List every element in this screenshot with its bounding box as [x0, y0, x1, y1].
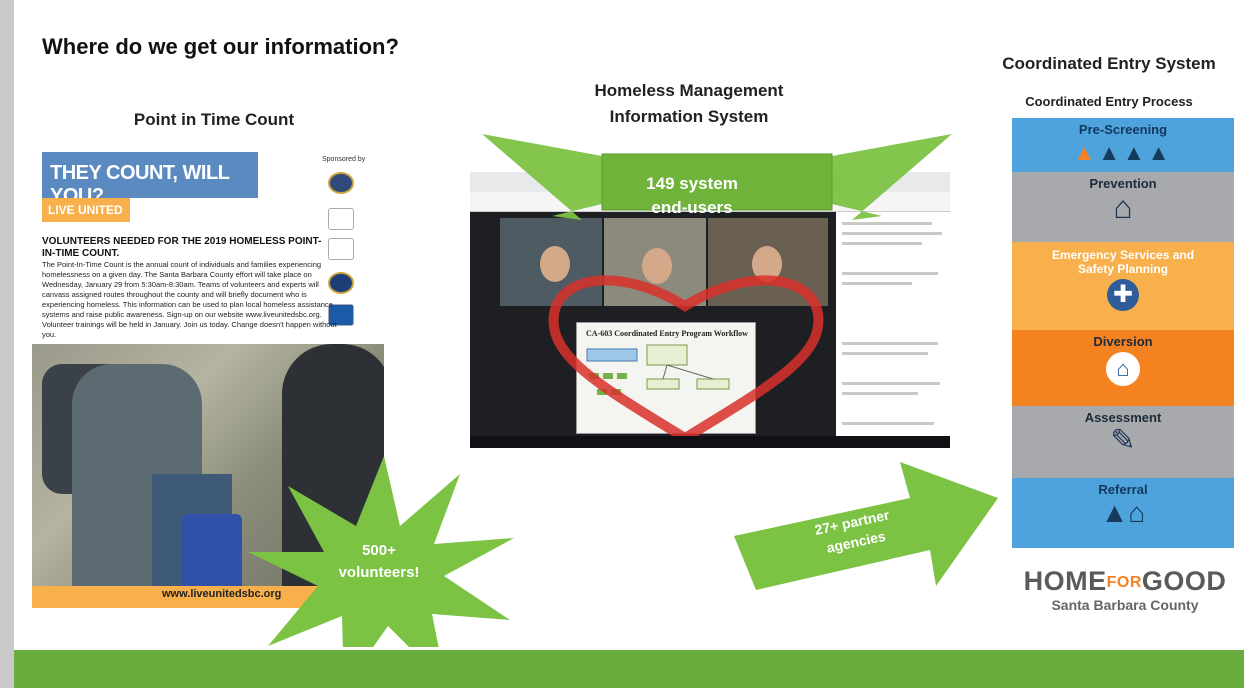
family-house-icon: ⌂ [1012, 352, 1234, 386]
ce-step-label: Referral [1098, 482, 1148, 497]
poster-sponsored-by: Sponsored by [322, 156, 366, 163]
panel-line [842, 382, 940, 385]
coordinated-entry-panel: Pre-Screening ▲▲▲▲ Prevention ⌂ Emergenc… [1012, 118, 1234, 548]
logo-for: FOR [1106, 573, 1142, 591]
slide-title: Where do we get our information? [42, 34, 399, 59]
poster-live-united: LIVE UNITED [42, 198, 130, 222]
logo-main: HOMEFORGOOD [1018, 566, 1232, 597]
poster-body: The Point-In-Time Count is the annual co… [42, 260, 337, 339]
panel-line [842, 342, 938, 345]
hmis-heading-line1: Homeless Management [594, 81, 784, 100]
logo-good: GOOD [1141, 566, 1227, 596]
ribbon-text: 149 system end-users [604, 172, 780, 220]
ces-heading: Coordinated Entry System [1002, 54, 1216, 73]
photo-tote-bag [182, 514, 242, 586]
ce-step-assessment: Assessment ✎ [1012, 406, 1234, 478]
ce-step-emergency: Emergency Services and Safety Planning ✚ [1012, 242, 1234, 330]
logo-sub: Santa Barbara County [1051, 597, 1199, 613]
ribbon-line1: 149 system [646, 174, 738, 193]
sponsor-logo-icon [328, 238, 354, 260]
poster-banner: THEY COUNT, WILL YOU? [42, 152, 258, 207]
pit-heading: Point in Time Count [133, 110, 295, 129]
panel-line [842, 272, 938, 275]
hmis-heading: Homeless Management Information System [544, 78, 834, 130]
panel-line [842, 282, 912, 285]
sponsor-seal-icon [328, 172, 354, 194]
logo-home: HOME [1023, 566, 1107, 596]
poster-heading: VOLUNTEERS NEEDED FOR THE 2019 HOMELESS … [42, 236, 322, 259]
panel-line [842, 422, 934, 425]
ce-step-prevention: Prevention ⌂ [1012, 172, 1234, 242]
chat-panel [836, 212, 950, 448]
ce-step-diversion: Diversion ⌂ [1012, 330, 1234, 406]
medical-cross-icon: ✚ [1012, 279, 1234, 311]
ce-step-prescreening: Pre-Screening ▲▲▲▲ [1012, 118, 1234, 172]
volunteers-callout: 500+ volunteers! [294, 540, 464, 584]
footer-bar [14, 650, 1244, 688]
volunteers-line1: 500+ [362, 542, 396, 559]
slide: Where do we get our information? Point i… [14, 0, 1244, 688]
ce-step-label: Pre-Screening [1078, 122, 1168, 137]
panel-line [842, 392, 918, 395]
cep-heading: Coordinated Entry Process [1025, 94, 1193, 109]
windows-taskbar [470, 436, 950, 448]
volunteers-line2: volunteers! [338, 564, 420, 581]
ce-step-label: Diversion [1093, 334, 1153, 349]
checklist-icon: ✎ [1110, 424, 1136, 457]
ce-step-label: Emergency Services and Safety Planning [1051, 248, 1195, 276]
family-referral-icon: ▲⌂ [1100, 497, 1146, 528]
hmis-heading-line2: Information System [609, 107, 769, 126]
ce-step-referral: Referral ▲⌂ [1012, 478, 1234, 548]
home-for-good-logo: HOMEFORGOOD Santa Barbara County [1018, 566, 1232, 613]
panel-line [842, 352, 928, 355]
ce-step-label: Assessment [1084, 410, 1162, 425]
people-icon: ▲▲▲▲ [1073, 140, 1173, 165]
panel-line [842, 232, 942, 235]
house-icon: ⌂ [1113, 189, 1133, 225]
heart-outline [548, 275, 824, 444]
panel-line [842, 242, 922, 245]
ribbon-line2: end-users [651, 198, 733, 217]
sponsor-homeforgood-icon [328, 208, 354, 230]
